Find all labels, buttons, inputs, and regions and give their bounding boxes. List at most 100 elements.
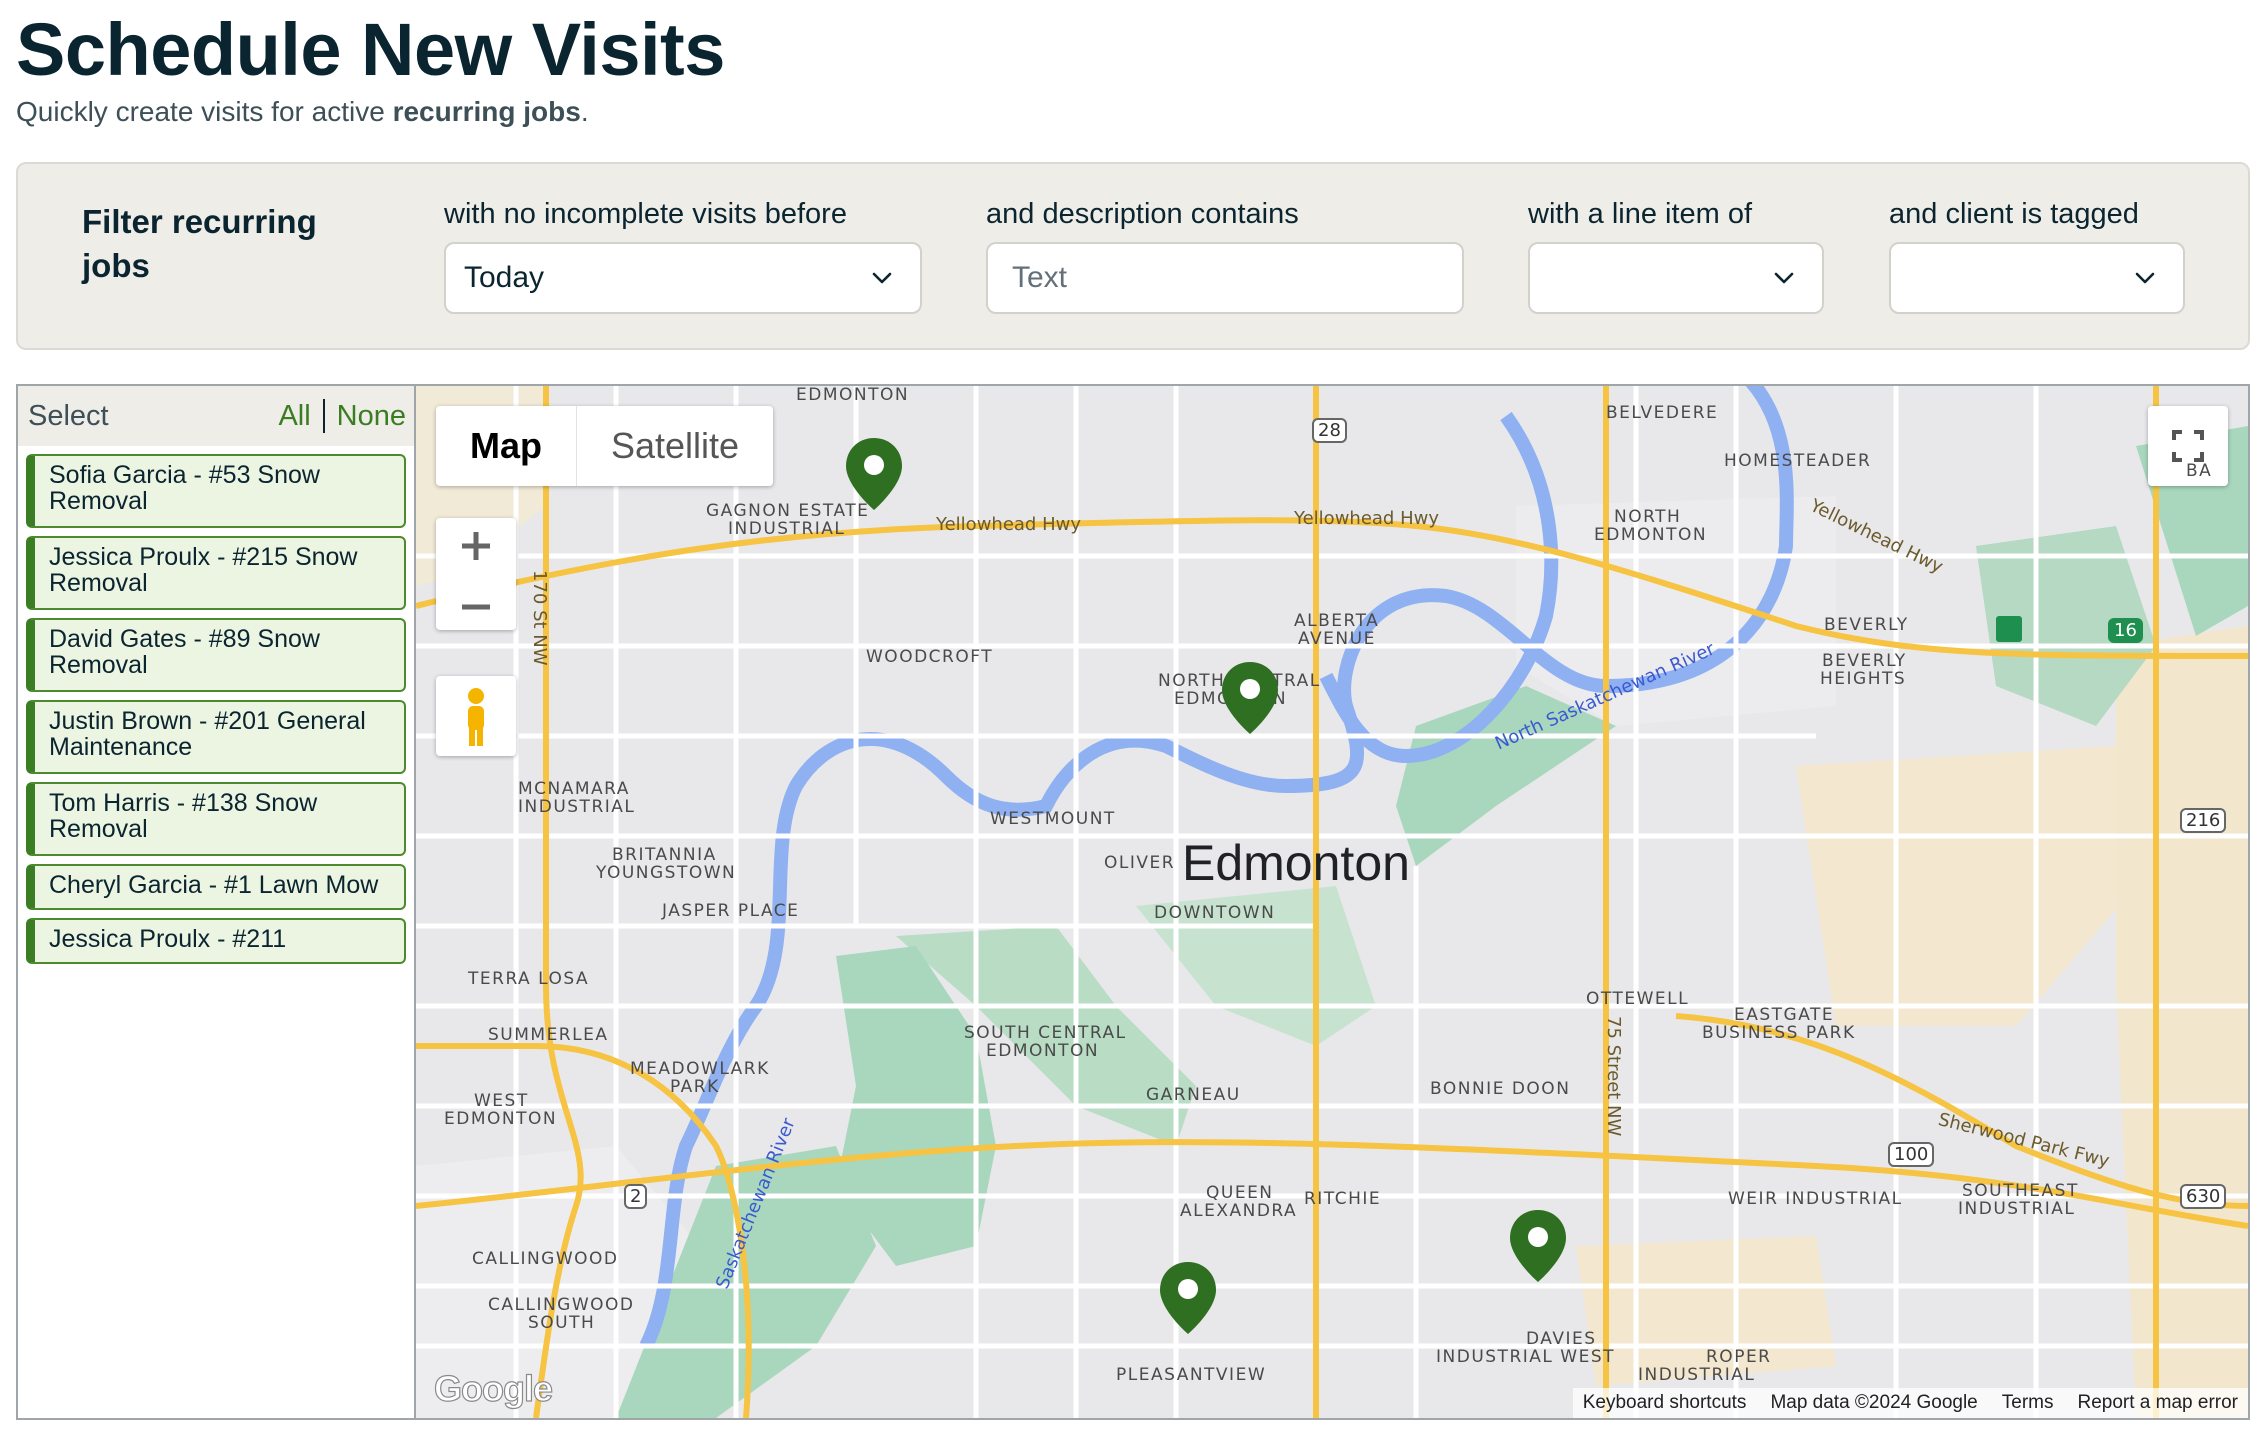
map-type-control: Map Satellite [436, 406, 774, 486]
job-item[interactable]: Cheryl Garcia - #1 Lawn Mow [26, 864, 406, 910]
incomplete-visits-filter: with no incomplete visits before Today [444, 194, 922, 314]
job-item[interactable]: Jessica Proulx - #215 Snow Removal [26, 536, 406, 610]
job-items: Sofia Garcia - #53 Snow Removal Jessica … [18, 446, 414, 964]
map-label: INDUSTRIAL [1638, 1365, 1756, 1385]
map-label: ALBERTA [1294, 611, 1380, 631]
map-pin-icon[interactable] [1158, 1260, 1218, 1336]
map-label: CALLINGWOOD [472, 1249, 619, 1269]
line-item-select[interactable] [1528, 242, 1824, 314]
subtitle-emphasis: recurring jobs [392, 96, 581, 127]
select-label: Select [28, 399, 109, 432]
incomplete-visits-select[interactable]: Today [444, 242, 922, 314]
google-logo: Google [433, 1367, 553, 1409]
map-label: INDUSTRIAL [1958, 1199, 2076, 1219]
map-label: BEVERLY [1824, 615, 1909, 635]
keyboard-shortcuts-link[interactable]: Keyboard shortcuts [1583, 1392, 1747, 1414]
highway-shield: 100 [1888, 1142, 1935, 1167]
description-filter: and description contains Text [986, 194, 1464, 314]
map[interactable]: Map Satellite EDMONTON BELVEDERE HOMESTE… [416, 386, 2248, 1418]
zoom-in-icon[interactable] [436, 518, 516, 574]
map-pin-icon[interactable] [1508, 1208, 1568, 1284]
line-item-filter: with a line item of [1528, 194, 1824, 314]
map-label: BA [2186, 461, 2213, 481]
map-label: WOODCROFT [866, 647, 994, 667]
incomplete-visits-value: Today [464, 261, 545, 294]
zoom-control [436, 518, 516, 630]
description-label: and description contains [986, 198, 1299, 230]
highway-shield: 630 [2180, 1184, 2227, 1209]
map-label: GARNEAU [1146, 1085, 1241, 1105]
terms-link[interactable]: Terms [2002, 1392, 2054, 1414]
chevron-down-icon [1774, 272, 1794, 284]
map-label: ALEXANDRA [1180, 1201, 1298, 1221]
line-item-label: with a line item of [1528, 198, 1753, 230]
pegman-icon [468, 688, 484, 746]
map-label: DAVIES [1526, 1329, 1597, 1349]
job-list: Select All None Sofia Garcia - #53 Snow … [18, 386, 416, 1418]
map-label: OLIVER [1104, 853, 1176, 873]
map-label: EDMONTON [444, 1109, 558, 1129]
description-input[interactable]: Text [986, 242, 1464, 314]
job-item[interactable]: Sofia Garcia - #53 Snow Removal [26, 454, 406, 528]
map-type-map[interactable]: Map [436, 406, 577, 486]
map-pin-icon[interactable] [844, 436, 904, 512]
map-label: EDMONTON [796, 386, 910, 405]
select-none-link[interactable]: None [337, 400, 406, 433]
filter-title: Filter recurring jobs [82, 203, 317, 284]
chevron-down-icon [2135, 272, 2155, 284]
map-label: WESTMOUNT [990, 809, 1116, 829]
map-label: BUSINESS PARK [1702, 1023, 1856, 1043]
map-label: MCNAMARA [518, 779, 630, 799]
map-type-satellite[interactable]: Satellite [577, 406, 773, 486]
map-data-text: Map data ©2024 Google [1770, 1392, 1978, 1413]
chevron-down-icon [872, 272, 892, 284]
map-label: NORTH [1614, 507, 1682, 527]
highway-shield: 28 [1312, 418, 1347, 443]
incomplete-visits-label: with no incomplete visits before [444, 198, 847, 230]
divider [322, 399, 325, 433]
report-error-link[interactable]: Report a map error [2077, 1392, 2238, 1414]
highway-shield: 16 [2108, 618, 2143, 643]
map-label: TERRA LOSA [468, 969, 590, 989]
map-label: SOUTH CENTRAL [964, 1023, 1127, 1043]
map-label: CALLINGWOOD [488, 1295, 635, 1315]
map-label: SOUTH [528, 1313, 596, 1333]
client-tag-filter: and client is tagged [1889, 194, 2185, 314]
job-item[interactable]: David Gates - #89 Snow Removal [26, 618, 406, 692]
job-item[interactable]: Jessica Proulx - #211 [26, 918, 406, 964]
map-label: INDUSTRIAL [518, 797, 636, 817]
select-all-link[interactable]: All [278, 400, 310, 433]
map-label: OTTEWELL [1586, 989, 1690, 1009]
map-label: DOWNTOWN [1154, 903, 1276, 923]
road-label: 75 Street NW [1603, 1016, 1624, 1137]
map-label: BEVERLY [1822, 651, 1907, 671]
map-label: SUMMERLEA [488, 1025, 609, 1045]
map-label: BRITANNIA [612, 845, 717, 865]
client-tag-select[interactable] [1889, 242, 2185, 314]
map-pin-icon[interactable] [1220, 660, 1280, 736]
map-label: MEADOWLARK [630, 1059, 770, 1079]
map-label: BONNIE DOON [1430, 1079, 1571, 1099]
map-footer: Keyboard shortcuts Map data ©2024 Google… [1572, 1388, 2248, 1418]
zoom-out-icon[interactable] [436, 579, 516, 635]
map-label: PARK [670, 1077, 720, 1097]
road-label: Yellowhead Hwy [1294, 508, 1439, 529]
road-label: Yellowhead Hwy [936, 514, 1081, 535]
street-view-pegman[interactable] [436, 676, 516, 756]
client-tag-label: and client is tagged [1889, 198, 2139, 230]
page-header: Schedule New Visits Quickly create visit… [16, 8, 725, 128]
map-label: AVENUE [1298, 629, 1376, 649]
map-label: SOUTHEAST [1962, 1181, 2079, 1201]
map-label: JASPER PLACE [662, 901, 800, 921]
map-label: BELVEDERE [1606, 403, 1719, 423]
job-item[interactable]: Tom Harris - #138 Snow Removal [26, 782, 406, 856]
job-list-header: Select All None [18, 386, 414, 446]
map-label: HOMESTEADER [1724, 451, 1872, 471]
map-label: RITCHIE [1304, 1189, 1382, 1209]
road-label: 170 St NW [529, 570, 550, 666]
subtitle-period: . [580, 96, 589, 127]
job-item[interactable]: Justin Brown - #201 General Maintenance [26, 700, 406, 774]
map-label: PLEASANTVIEW [1116, 1365, 1267, 1385]
page-title: Schedule New Visits [16, 8, 725, 91]
map-label: QUEEN [1206, 1183, 1274, 1203]
